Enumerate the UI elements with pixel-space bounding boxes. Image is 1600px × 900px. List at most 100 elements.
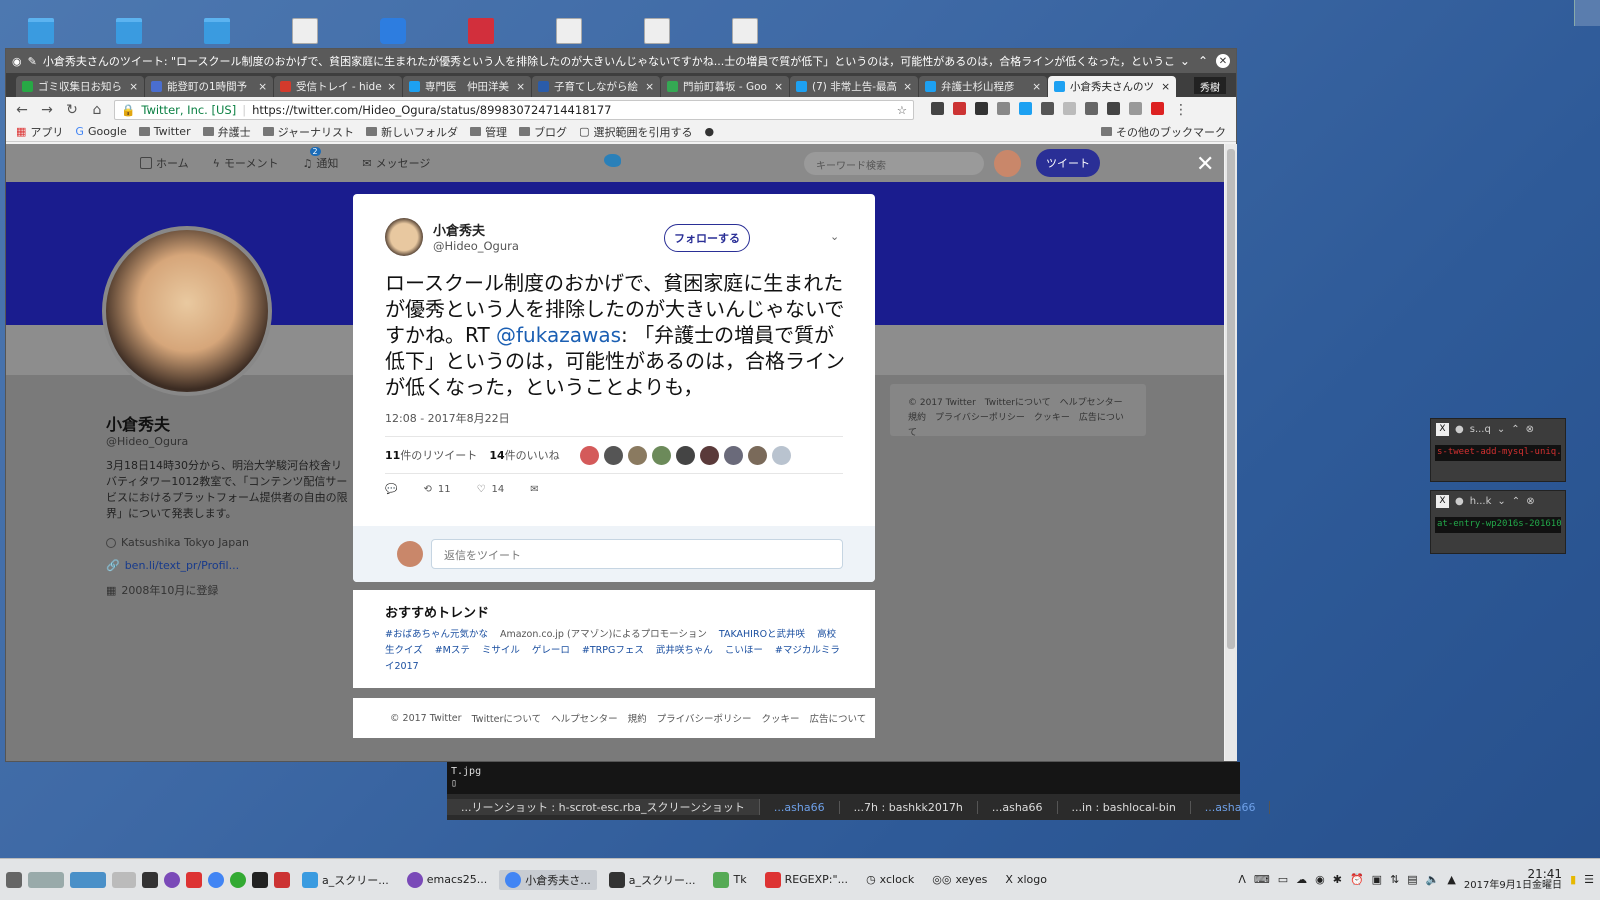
extension-icon[interactable] <box>1063 101 1076 115</box>
browser-shortcut-icon[interactable] <box>380 18 406 44</box>
pin-icon[interactable]: ● <box>1455 496 1464 507</box>
profile-button[interactable]: 秀樹 <box>1194 76 1226 94</box>
maximize-icon[interactable]: ⌃ <box>1511 424 1519 435</box>
tray-expand-icon[interactable]: ▲ <box>1447 873 1455 886</box>
taskbar-task[interactable]: a_スクリー... <box>296 870 395 890</box>
mini-window[interactable]: X ● s...q ⌄ ⌃ ⊗ s-tweet-add-mysql-uniq.rb <box>1430 418 1566 482</box>
close-icon[interactable]: ⊗ <box>1526 424 1534 435</box>
app-launcher-icon[interactable] <box>274 871 290 888</box>
tweet-author-name[interactable]: 小倉秀夫 <box>433 220 485 239</box>
bookmark-folder[interactable]: Twitter <box>138 125 191 138</box>
file-icon[interactable] <box>732 18 758 44</box>
trend-item[interactable]: ゲレーロ <box>532 645 570 656</box>
terminal-tab[interactable]: ...7h : bashkk2017h <box>840 800 978 814</box>
vivaldi-launcher-icon[interactable] <box>186 871 202 888</box>
browser-tab[interactable]: 能登町の1時間予 × <box>145 76 273 97</box>
home-folder-icon[interactable] <box>116 18 142 44</box>
browser-tab[interactable]: (7) 非常上告-最高 × <box>790 76 918 97</box>
app-shortcut-icon[interactable] <box>468 18 494 44</box>
workspace-pager-icon[interactable] <box>28 871 64 888</box>
browser-tab[interactable]: 弁護士杉山程彦 × <box>919 76 1047 97</box>
chrome-tray-icon[interactable]: ◉ <box>1315 873 1325 886</box>
like-count[interactable]: 14件のいいね <box>489 447 559 463</box>
bookmark-google[interactable]: G Google <box>75 125 126 138</box>
extension-icon[interactable] <box>1019 101 1032 115</box>
folder-icon[interactable] <box>28 18 54 44</box>
trend-item[interactable]: #TRPGフェス <box>582 645 644 656</box>
terminal-tab[interactable]: ...asha66 <box>760 800 840 814</box>
folder-icon[interactable] <box>204 18 230 44</box>
maximize-icon[interactable]: ⌃ <box>1198 54 1208 68</box>
twitter-bird-icon[interactable] <box>604 154 621 167</box>
tab-close-icon[interactable]: × <box>1032 81 1041 93</box>
close-icon[interactable]: ⊗ <box>1526 496 1534 507</box>
liker-avatar[interactable] <box>747 445 767 465</box>
minimize-icon[interactable]: ⌄ <box>1180 54 1190 68</box>
footer-link[interactable]: 規約 <box>628 711 647 725</box>
taskbar-task[interactable]: Tk <box>707 870 752 890</box>
nav-home[interactable]: ホーム <box>140 155 189 171</box>
emacs-launcher-icon[interactable] <box>164 871 180 888</box>
trend-item[interactable]: TAKAHIROと武井咲 <box>719 629 805 640</box>
liker-avatar[interactable] <box>771 445 791 465</box>
maximize-icon[interactable]: ⌃ <box>1512 496 1520 507</box>
bookmark-folder[interactable]: 弁護士 <box>202 124 251 140</box>
liker-avatar[interactable] <box>699 445 719 465</box>
dm-button[interactable]: ✉ <box>530 484 538 495</box>
mention-link[interactable]: @fukazawas <box>496 323 621 347</box>
address-bar[interactable]: 🔒 Twitter, Inc. [US] | https://twitter.c… <box>114 99 914 120</box>
search-input[interactable]: キーワード検索 <box>804 152 984 175</box>
bookmark-folder[interactable]: ブログ <box>519 124 567 140</box>
alarm-icon[interactable]: ⏰ <box>1350 873 1364 886</box>
menu-icon[interactable]: ⋮ <box>1173 102 1189 118</box>
show-desktop-icon[interactable] <box>112 871 136 888</box>
profile-avatar[interactable] <box>102 226 272 396</box>
volume-icon[interactable]: 🔈 <box>1426 873 1440 886</box>
window-titlebar[interactable]: ◉ ✎ 小倉秀夫さんのツイート: "ロースクール制度のおかげで、貧困家庭に生まれ… <box>6 49 1236 73</box>
close-modal-icon[interactable]: ✕ <box>1196 152 1214 177</box>
bookmark-other[interactable]: その他のブックマーク <box>1101 124 1226 140</box>
footer-link[interactable]: 広告について <box>809 711 866 725</box>
reply-input[interactable]: 返信をツイート <box>431 539 843 569</box>
keyboard-icon[interactable]: ▭ <box>1278 873 1288 886</box>
extension-icon[interactable] <box>997 101 1010 115</box>
tab-close-icon[interactable]: × <box>258 81 267 93</box>
like-button[interactable]: ♡ 14 <box>477 484 505 495</box>
taskbar-task-active[interactable]: 小倉秀夫さ... <box>499 869 597 890</box>
taskbar-task[interactable]: Xxlogo <box>999 871 1053 888</box>
minimize-icon[interactable]: ⌄ <box>1497 496 1505 507</box>
liker-avatar[interactable] <box>651 445 671 465</box>
taskbar-task[interactable]: ◷ xclock <box>860 871 920 888</box>
minimize-icon[interactable]: ⌄ <box>1497 424 1505 435</box>
mini-window-titlebar[interactable]: X ● s...q ⌄ ⌃ ⊗ <box>1431 419 1565 439</box>
bookmark-folder[interactable]: 新しいフォルダ <box>366 124 458 140</box>
browser-tab[interactable]: 専門医 仲田洋美 × <box>403 76 531 97</box>
reload-icon[interactable]: ↻ <box>64 102 80 118</box>
extension-icon[interactable] <box>953 101 966 115</box>
tweet-author-handle[interactable]: @Hideo_Ogura <box>433 239 519 253</box>
browser-tab-active[interactable]: 小倉秀夫さんのツ × <box>1048 76 1176 97</box>
extension-icon[interactable] <box>975 101 988 115</box>
extension-icon[interactable] <box>1151 101 1164 115</box>
file-icon[interactable] <box>292 18 318 44</box>
pin-icon[interactable]: ✎ <box>28 55 37 68</box>
trend-item-promo[interactable]: Amazon.co.jp (アマゾン)によるプロモーション <box>500 629 707 640</box>
cloud-icon[interactable]: ☁ <box>1296 873 1307 886</box>
bookmark-folder[interactable]: 管理 <box>470 124 507 140</box>
bookmark-page[interactable]: ▢ 選択範囲を引用する <box>579 124 692 140</box>
start-menu-icon[interactable] <box>6 871 22 888</box>
app-launcher-icon[interactable] <box>230 871 246 888</box>
liker-avatar[interactable] <box>579 445 599 465</box>
clipboard-icon[interactable]: ▤ <box>1407 873 1417 886</box>
profile-link[interactable]: 🔗 ben.li/text_pr/Profil... <box>106 559 239 572</box>
chrome-launcher-icon[interactable] <box>208 871 224 888</box>
bookmark-star-icon[interactable]: ☆ <box>897 103 907 117</box>
tab-close-icon[interactable]: × <box>129 81 138 93</box>
liker-avatar[interactable] <box>723 445 743 465</box>
footer-link[interactable]: クッキー <box>761 711 799 725</box>
liker-avatar[interactable] <box>675 445 695 465</box>
trend-item[interactable]: こいほー <box>725 645 763 656</box>
desktop-menu-button[interactable] <box>1574 0 1600 26</box>
app-launcher-icon[interactable] <box>252 871 268 888</box>
extension-icon[interactable] <box>931 101 944 115</box>
